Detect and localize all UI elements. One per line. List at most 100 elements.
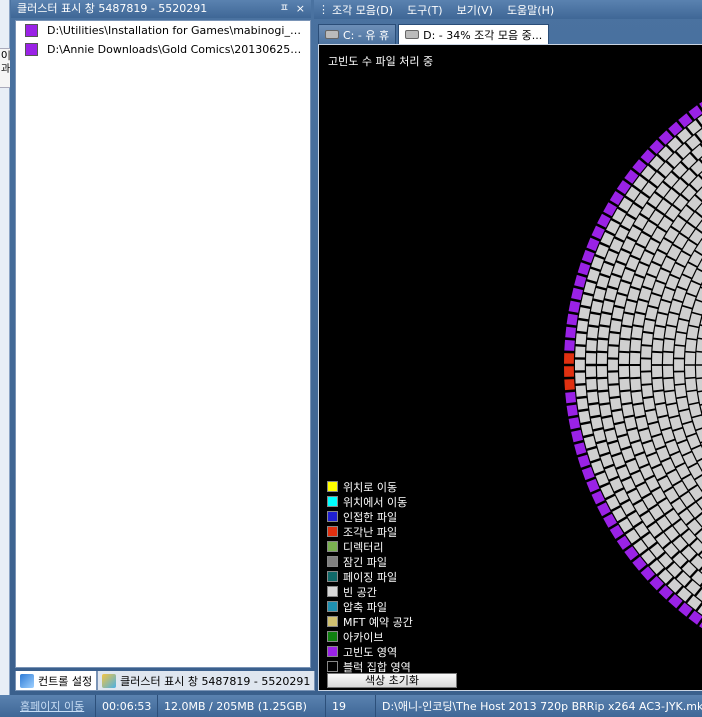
cluster-block [575,359,585,371]
legend-item: 블럭 집합 영역 [327,659,413,674]
cluster-block [568,417,581,430]
cluster-block [608,346,619,358]
cluster-block [612,262,626,276]
tab-cluster-view[interactable]: 클러스터 표시 창 5487819 - 5520291 [97,671,316,691]
cluster-block [655,313,668,327]
cluster-block [564,353,574,364]
cluster-block [666,403,679,417]
cluster-block [626,256,640,271]
tab-label: 클러스터 표시 창 5487819 - 5520291 [120,674,311,688]
cluster-block [620,326,632,339]
cluster-block [633,404,645,417]
legend-item: MFT 예약 공간 [327,614,413,629]
legend-label: 빈 공간 [343,585,377,599]
cluster-block [627,287,640,301]
cluster-block [635,416,648,430]
cluster-block [581,466,595,481]
file-list-item[interactable]: D:\Utilities\Installation for Games\mabi… [16,21,310,40]
cluster-block [698,325,702,339]
cluster-block [588,313,601,326]
color-legend: 위치로 이동 위치에서 이동 인접한 파일 조각난 파일 디렉터리 잠긴 파일 … [327,479,413,674]
cluster-block [635,300,648,314]
cluster-block [608,385,620,397]
legend-label: 압축 파일 [343,600,387,614]
menu-tools[interactable]: 도구(T) [407,2,443,18]
cluster-block [696,352,702,365]
menu-help[interactable]: 도움말(H) [507,2,554,18]
cluster-block [630,339,641,352]
cluster-block [652,365,663,378]
menu-defrag[interactable]: 조각 모음(D) [332,2,393,18]
cluster-block [602,417,614,430]
cluster-block [652,352,663,365]
file-list-item[interactable]: D:\Annie Downloads\Gold Comics\20130625+… [16,40,310,59]
reset-colors-button[interactable]: 색상 초기화 [327,673,457,688]
legend-item: 위치에서 이동 [327,494,413,509]
cluster-block [619,352,630,364]
cluster-block [578,307,591,320]
legend-label: 잠긴 파일 [343,555,387,569]
cluster-block [608,359,618,371]
file-count: 19 [326,695,376,717]
legend-swatch [327,526,338,537]
legend-label: 고빈도 영역 [343,645,398,659]
homepage-link[interactable]: 홈페이지 이동 [6,698,84,714]
legend-swatch [327,646,338,657]
cluster-block [643,397,655,411]
cluster-file-list: D:\Utilities\Installation for Games\mabi… [15,20,311,668]
tab-label: 컨트롤 설정 [38,674,93,688]
cluster-block [564,339,575,351]
cluster-block [604,429,618,443]
legend-swatch [327,601,338,612]
cluster-block [620,391,632,404]
cluster-block [608,333,620,345]
cluster-block [652,434,665,449]
close-icon[interactable]: × [296,0,305,17]
cluster-block [696,378,702,391]
cluster-block [575,372,586,384]
left-edge-strip: 0| 과 [0,0,11,695]
cluster-block [630,378,641,391]
cluster-block [641,359,651,371]
cluster-panel-title: 클러스터 표시 창 5487819 - 5520291 ㅍ × [11,0,311,18]
cluster-block [612,454,626,468]
cluster-block [604,250,618,264]
cluster-block [597,339,608,352]
tab-label: C: - 유 휴 [343,28,390,42]
cluster-block [583,435,596,449]
tab-control-settings[interactable]: 컨트롤 설정 [15,671,98,691]
disk-map[interactable]: 고빈도 수 파일 처리 중 위치로 이동 위치에서 이동 인접한 파일 조각난 … [318,44,702,691]
menu-view[interactable]: 보기(V) [457,2,493,18]
cluster-block [600,262,614,277]
cluster-block [630,352,641,364]
cluster-block [596,275,610,289]
legend-item: 잠긴 파일 [327,554,413,569]
legend-item: 위치로 이동 [327,479,413,494]
legend-swatch [327,571,338,582]
legend-swatch [327,496,338,507]
cluster-block [669,416,683,430]
legend-item: 페이징 파일 [327,569,413,584]
left-edge-mark: 0| 과 [0,48,11,88]
cluster-block [599,404,612,417]
cluster-block [624,416,637,430]
cluster-block [633,313,645,326]
legend-item: 빈 공간 [327,584,413,599]
cluster-block [575,385,587,397]
cluster-block [575,346,586,358]
tab-drive-c[interactable]: C: - 유 휴 [318,24,397,44]
cluster-block [596,441,610,455]
legend-swatch [327,631,338,642]
tab-drive-d[interactable]: D: - 34% 조각 모음 중... [398,24,550,44]
cluster-block [664,391,677,404]
cluster-block [586,339,597,352]
pin-icon[interactable]: ㅍ [280,0,289,17]
cluster-block [587,268,600,282]
cluster-block [602,300,614,313]
cluster-block [608,441,621,456]
cluster-block [675,384,687,398]
cluster-block [685,339,697,352]
cluster-block [653,391,665,404]
cluster-block [595,472,609,486]
cluster-block [685,365,696,378]
